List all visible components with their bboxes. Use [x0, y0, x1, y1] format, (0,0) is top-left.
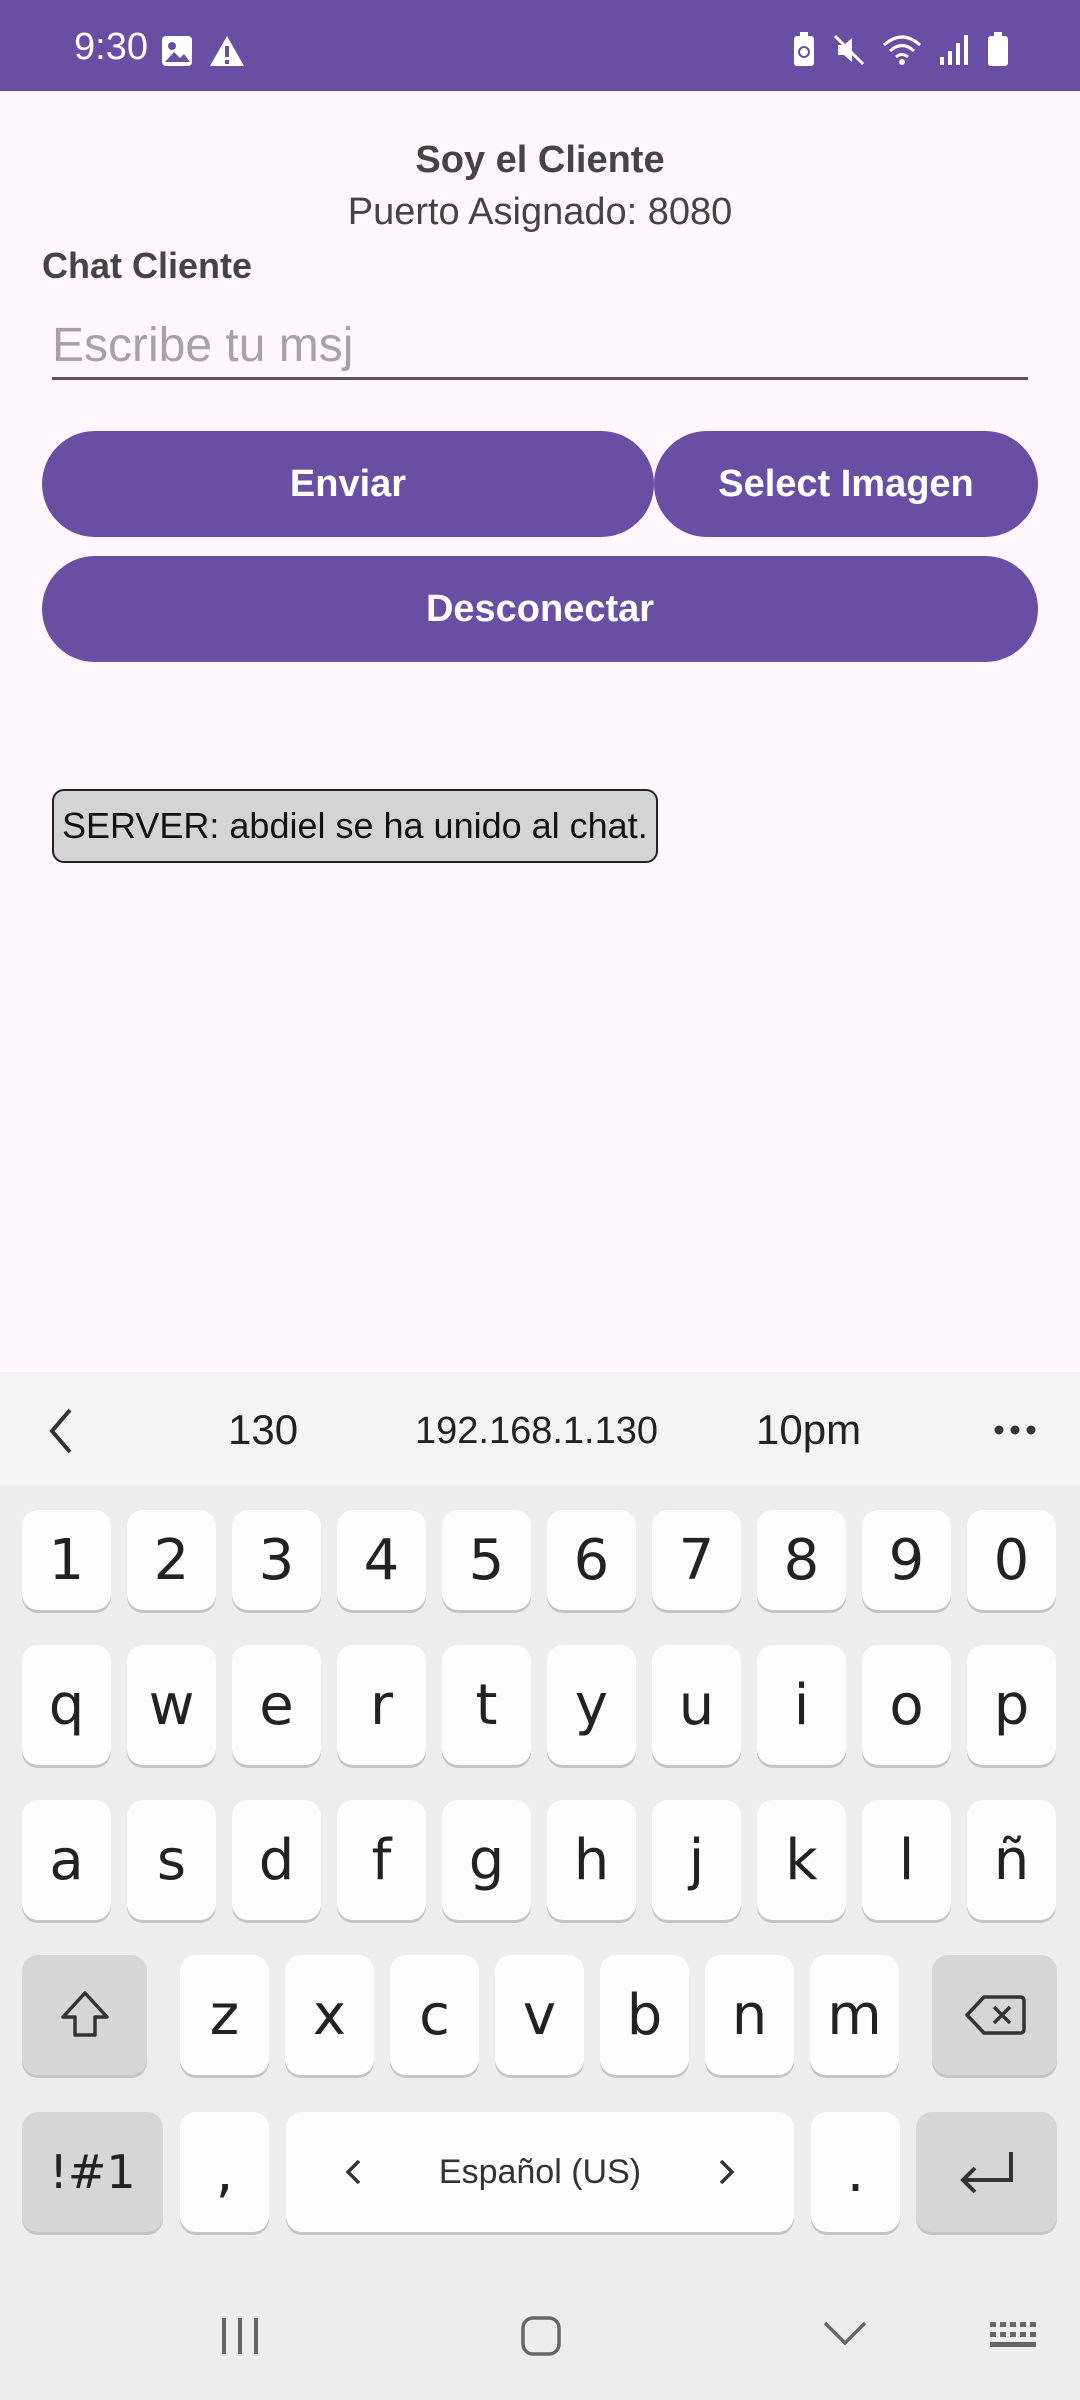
chat-label: Chat Cliente: [42, 245, 253, 286]
language-label: Español (US): [438, 2152, 642, 2191]
key-7[interactable]: 7: [652, 1510, 741, 1610]
disconnect-button[interactable]: Desconectar: [42, 556, 1038, 662]
key-g[interactable]: g: [442, 1800, 531, 1920]
key-p[interactable]: p: [967, 1645, 1056, 1765]
key-i[interactable]: i: [757, 1645, 846, 1765]
key-s[interactable]: s: [127, 1800, 216, 1920]
key-m[interactable]: m: [810, 1955, 899, 2075]
hide-keyboard-icon[interactable]: [822, 2320, 868, 2348]
navigation-bar: [0, 2270, 1080, 2400]
chat-screen: Soy el Cliente Puerto Asignado: 8080 Cha…: [0, 91, 1080, 1371]
page-title: Soy el Cliente: [415, 139, 665, 181]
key-o[interactable]: o: [862, 1645, 951, 1765]
key-n-tilde[interactable]: ñ: [967, 1800, 1056, 1920]
key-6[interactable]: 6: [547, 1510, 636, 1610]
battery-saver-icon: [794, 32, 814, 66]
key-5[interactable]: 5: [442, 1510, 531, 1610]
select-image-button[interactable]: Select Imagen: [654, 431, 1038, 537]
key-8[interactable]: 8: [757, 1510, 846, 1610]
backspace-key[interactable]: [932, 1955, 1057, 2075]
recent-apps-icon[interactable]: [218, 2316, 262, 2356]
home-icon[interactable]: [519, 2314, 563, 2358]
keyboard: 130 192.168.1.130 10pm 1 2 3 4 5 6 7 8 9…: [0, 1372, 1080, 2400]
back-chevron-icon[interactable]: [46, 1406, 76, 1456]
key-j[interactable]: j: [652, 1800, 741, 1920]
backspace-icon: [964, 1995, 1026, 2035]
status-bar: 9:30: [0, 0, 1080, 91]
period-key[interactable]: .: [811, 2112, 900, 2232]
key-9[interactable]: 9: [862, 1510, 951, 1610]
suggestion-1[interactable]: 130: [228, 1406, 298, 1454]
key-q[interactable]: q: [22, 1645, 111, 1765]
key-2[interactable]: 2: [127, 1510, 216, 1610]
send-button[interactable]: Enviar: [42, 431, 654, 537]
key-k[interactable]: k: [757, 1800, 846, 1920]
mute-icon: [833, 34, 865, 66]
chat-message: SERVER: abdiel se ha unido al chat.: [52, 789, 658, 863]
key-f[interactable]: f: [337, 1800, 426, 1920]
key-l[interactable]: l: [862, 1800, 951, 1920]
key-x[interactable]: x: [285, 1955, 374, 2075]
enter-key[interactable]: [916, 2112, 1057, 2232]
key-v[interactable]: v: [495, 1955, 584, 2075]
key-4[interactable]: 4: [337, 1510, 426, 1610]
image-notification-icon: [162, 36, 192, 66]
key-t[interactable]: t: [442, 1645, 531, 1765]
suggestion-2[interactable]: 192.168.1.130: [415, 1410, 658, 1453]
key-0[interactable]: 0: [967, 1510, 1056, 1610]
assigned-port: Puerto Asignado: 8080: [347, 191, 733, 233]
key-b[interactable]: b: [600, 1955, 689, 2075]
shift-icon: [60, 1991, 109, 2037]
signal-icon: [940, 35, 968, 65]
suggestion-bar: 130 192.168.1.130 10pm: [0, 1372, 1080, 1486]
right-arrow-icon: [719, 2159, 735, 2185]
key-n[interactable]: n: [705, 1955, 794, 2075]
key-a[interactable]: a: [22, 1800, 111, 1920]
key-e[interactable]: e: [232, 1645, 321, 1765]
status-time: 9:30: [74, 26, 148, 68]
key-r[interactable]: r: [337, 1645, 426, 1765]
key-y[interactable]: y: [547, 1645, 636, 1765]
key-z[interactable]: z: [180, 1955, 269, 2075]
shift-key[interactable]: [22, 1955, 147, 2075]
key-u[interactable]: u: [652, 1645, 741, 1765]
space-key[interactable]: Español (US): [286, 2112, 794, 2232]
key-1[interactable]: 1: [22, 1510, 111, 1610]
key-w[interactable]: w: [127, 1645, 216, 1765]
symbols-key[interactable]: !#1: [22, 2112, 163, 2232]
left-arrow-icon: [345, 2159, 361, 2185]
more-options-icon[interactable]: [993, 1424, 1037, 1436]
key-h[interactable]: h: [547, 1800, 636, 1920]
suggestion-3[interactable]: 10pm: [756, 1406, 861, 1454]
key-3[interactable]: 3: [232, 1510, 321, 1610]
battery-icon: [988, 32, 1008, 66]
warning-icon: [210, 36, 244, 66]
message-input[interactable]: [52, 313, 1028, 380]
enter-icon: [959, 2152, 1013, 2194]
key-d[interactable]: d: [232, 1800, 321, 1920]
comma-key[interactable]: ,: [180, 2112, 269, 2232]
keyboard-switch-icon[interactable]: [988, 2320, 1040, 2350]
key-c[interactable]: c: [390, 1955, 479, 2075]
wifi-icon: [883, 35, 921, 65]
